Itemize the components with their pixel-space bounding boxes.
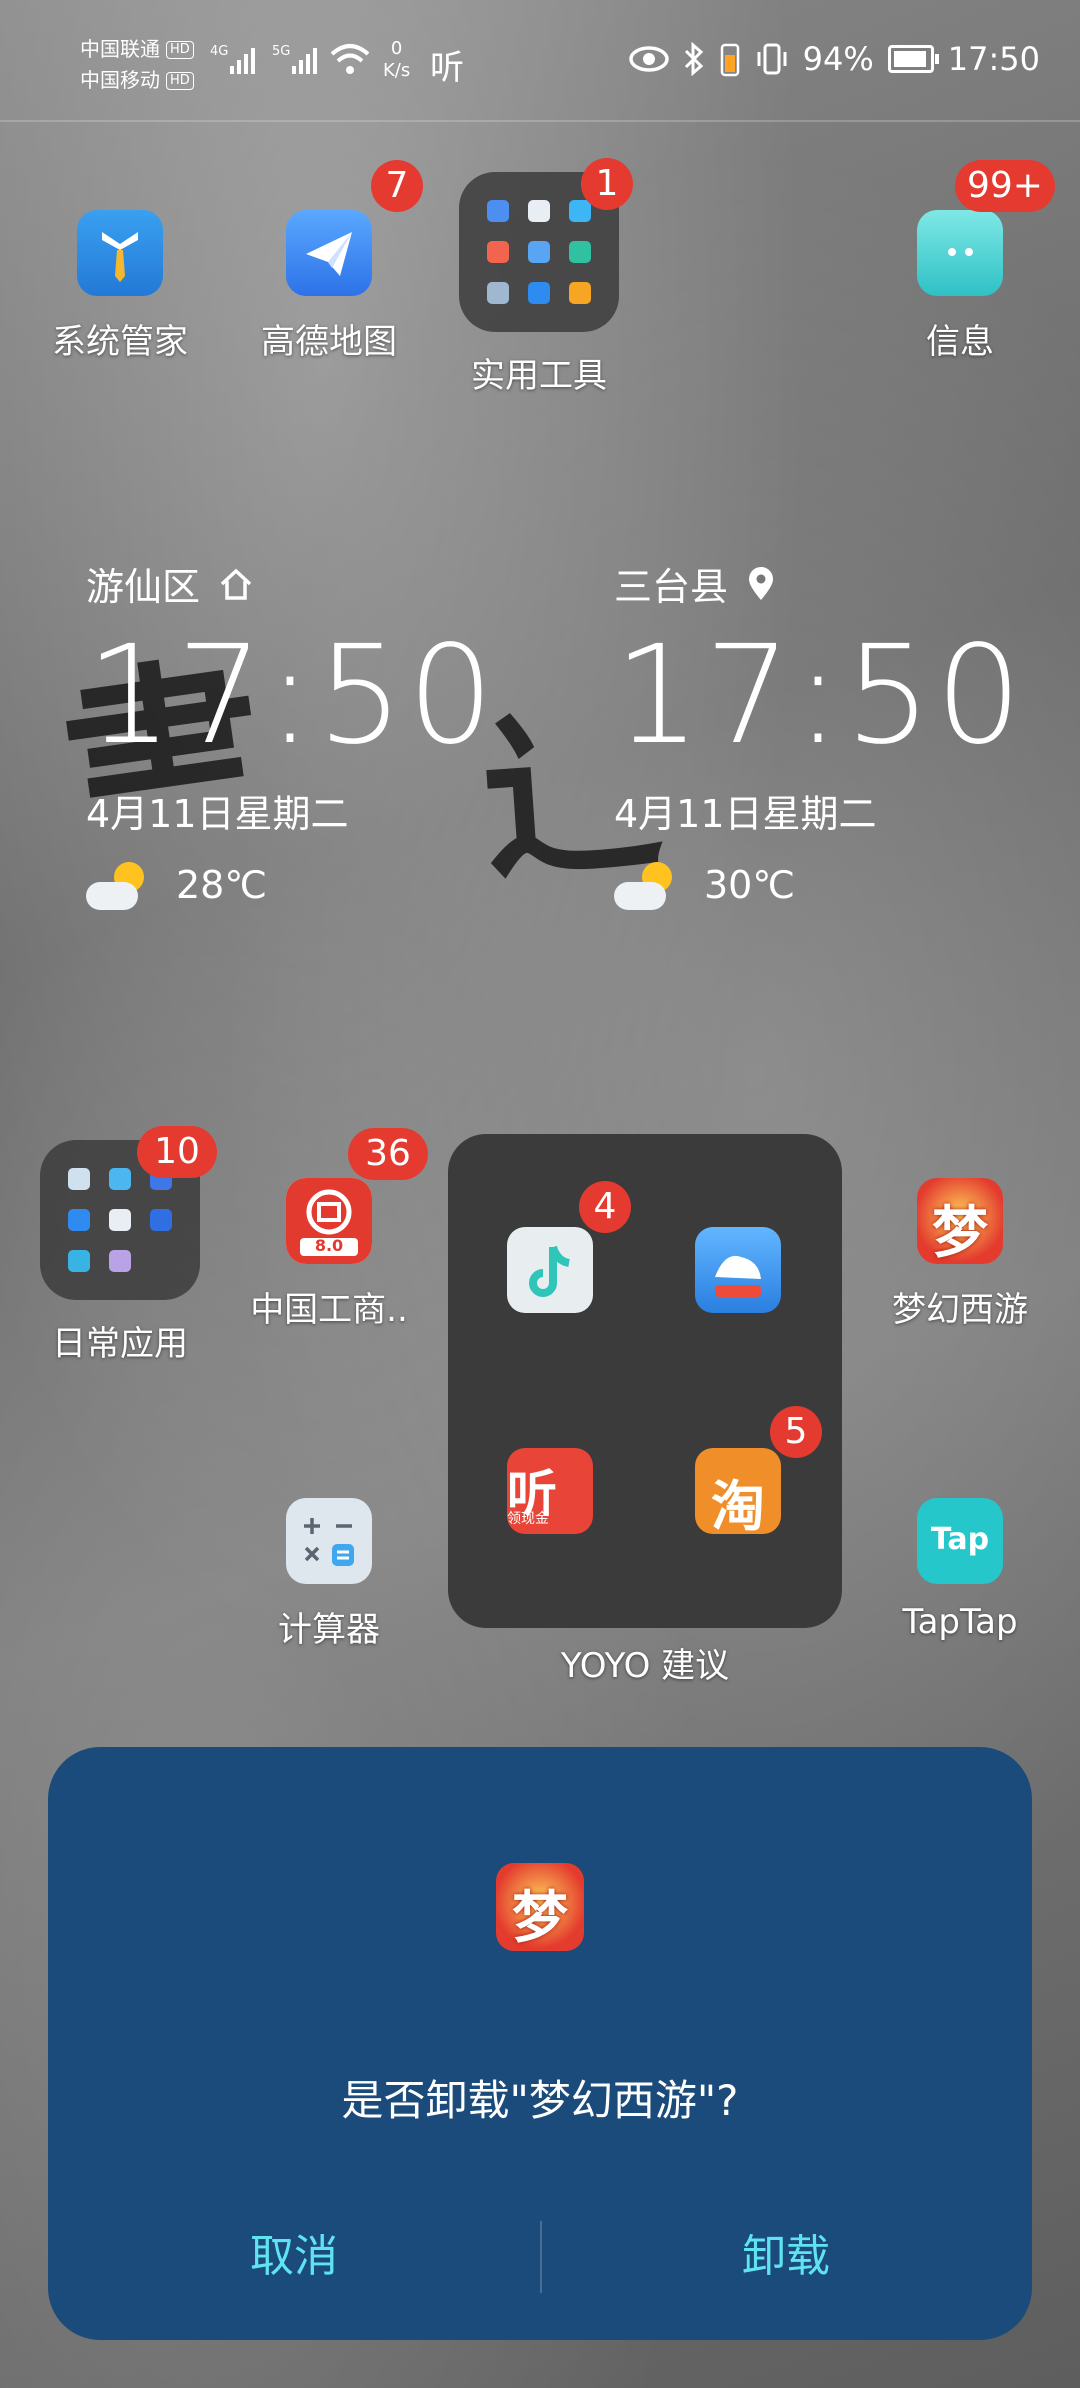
notification-badge: 10 bbox=[137, 1126, 217, 1178]
taptap-icon: Tap bbox=[917, 1498, 1003, 1584]
ting-icon[interactable]: 听 领现金 bbox=[507, 1448, 593, 1534]
uninstall-dialog: 梦 是否卸载"梦幻西游"? 取消 卸载 bbox=[48, 1747, 1032, 2340]
dialog-message: 是否卸载"梦幻西游"? bbox=[341, 2076, 739, 2125]
app-icbc[interactable]: 8.0 36 中国工商.. bbox=[224, 1128, 434, 1331]
menghuan-icon: 梦 bbox=[917, 1178, 1003, 1266]
clock-location: 游仙区 bbox=[86, 565, 201, 609]
wallpaper-line bbox=[0, 120, 1080, 122]
app-messages[interactable]: 99+ 信息 bbox=[855, 160, 1065, 363]
folder-utility-tools[interactable]: 1 实用工具 bbox=[434, 158, 644, 397]
status-bar: 中国联通 HD 中国移动 HD 4G 5G 0 K/s 听 94% 17:50 bbox=[0, 0, 1080, 120]
partly-cloudy-icon bbox=[86, 860, 150, 910]
notification-badge: 36 bbox=[348, 1128, 428, 1180]
taobao-icon[interactable]: 淘 bbox=[695, 1448, 781, 1538]
speed-value: 0 bbox=[390, 38, 403, 59]
notification-badge: 99+ bbox=[955, 160, 1055, 212]
partly-cloudy-icon bbox=[614, 860, 678, 910]
folder-yoyo-suggestions[interactable]: 4 听 领现金 淘 5 bbox=[448, 1134, 842, 1628]
carrier-2: 中国移动 bbox=[80, 68, 160, 92]
clock-date: 4月11日星期二 bbox=[614, 792, 877, 836]
clock-date: 4月11日星期二 bbox=[86, 792, 349, 836]
carrier-info: 中国联通 HD 中国移动 HD bbox=[80, 34, 194, 96]
notification-badge: 1 bbox=[581, 158, 633, 210]
notification-badge: 7 bbox=[371, 160, 423, 212]
app-menghuan-xiyou[interactable]: 梦 梦幻西游 bbox=[855, 1178, 1065, 1331]
cancel-button[interactable]: 取消 bbox=[48, 2207, 540, 2307]
app-label: 信息 bbox=[926, 322, 994, 362]
menghuan-glyph: 梦 bbox=[932, 1201, 988, 1266]
carrier-1: 中国联通 bbox=[80, 37, 160, 61]
butler-icon bbox=[77, 210, 163, 296]
app-label: 梦幻西游 bbox=[892, 1290, 1028, 1330]
app-system-manager[interactable]: 系统管家 bbox=[15, 210, 225, 363]
menghuan-glyph: 梦 bbox=[512, 1886, 568, 1951]
status-right: 94% 17:50 bbox=[628, 40, 1040, 78]
blue-app-icon[interactable] bbox=[695, 1227, 781, 1313]
battery-icon bbox=[887, 45, 939, 73]
network-type-2: 5G bbox=[272, 44, 291, 59]
network-speed: 0 K/s bbox=[383, 38, 410, 82]
clock-widget-remote[interactable]: 三台县 17:50 4月11日星期二 30℃ bbox=[614, 556, 1026, 910]
app-label: 日常应用 bbox=[52, 1324, 188, 1364]
app-taptap[interactable]: Tap TapTap bbox=[855, 1498, 1065, 1642]
hd-badge: HD bbox=[166, 40, 194, 59]
wifi-icon bbox=[330, 44, 370, 74]
temperature: 28℃ bbox=[176, 863, 268, 907]
bluetooth-icon bbox=[684, 42, 703, 76]
network-type-1: 4G bbox=[210, 44, 229, 59]
paper-plane-icon bbox=[286, 210, 372, 296]
battery-percent: 94% bbox=[802, 40, 874, 78]
douyin-icon[interactable] bbox=[507, 1227, 593, 1313]
home-icon bbox=[220, 568, 252, 600]
location-pin-icon bbox=[749, 566, 774, 600]
status-time: 17:50 bbox=[947, 40, 1040, 78]
folder-daily-apps[interactable]: 10 日常应用 bbox=[15, 1126, 225, 1365]
app-label: 中国工商.. bbox=[250, 1290, 408, 1330]
app-label: TapTap bbox=[902, 1602, 1018, 1642]
temperature: 30℃ bbox=[704, 863, 796, 907]
app-label: 实用工具 bbox=[471, 356, 607, 396]
app-label: 计算器 bbox=[278, 1610, 380, 1650]
message-icon bbox=[917, 210, 1003, 296]
folder-label-yoyo: YOYO 建议 bbox=[540, 1638, 750, 1687]
signal-icon bbox=[230, 44, 255, 74]
app-label: YOYO 建议 bbox=[560, 1646, 730, 1686]
signal-icon bbox=[292, 44, 317, 74]
calculator-icon bbox=[286, 1498, 372, 1584]
clock-widget-home[interactable]: 游仙区 17:50 4月11日星期二 28℃ bbox=[86, 556, 498, 910]
ting-subtext: 领现金 bbox=[507, 1511, 549, 1527]
hd-badge: HD bbox=[166, 71, 194, 90]
taptap-glyph: Tap bbox=[930, 1522, 990, 1557]
app-amap[interactable]: 7 高德地图 bbox=[224, 160, 434, 363]
menghuan-icon: 梦 bbox=[496, 1863, 584, 1951]
battery-saver-icon bbox=[720, 43, 739, 77]
app-label: 高德地图 bbox=[261, 322, 397, 362]
taobao-glyph: 淘 bbox=[711, 1475, 765, 1538]
clock-time: 17:50 bbox=[86, 617, 498, 775]
eye-comfort-icon bbox=[628, 46, 669, 72]
clock-time: 17:50 bbox=[614, 617, 1026, 775]
app-label: 系统管家 bbox=[52, 322, 188, 362]
icbc-version: 8.0 bbox=[314, 1236, 344, 1255]
ting-status-icon: 听 bbox=[430, 48, 464, 88]
vibrate-icon bbox=[757, 43, 787, 75]
app-calculator[interactable]: 计算器 bbox=[224, 1498, 434, 1651]
icbc-icon: 8.0 bbox=[286, 1178, 372, 1264]
notification-badge: 5 bbox=[770, 1406, 822, 1458]
notification-badge: 4 bbox=[579, 1181, 631, 1233]
clock-location: 三台县 bbox=[614, 565, 729, 609]
speed-unit: K/s bbox=[383, 60, 411, 81]
uninstall-button[interactable]: 卸载 bbox=[540, 2207, 1032, 2307]
